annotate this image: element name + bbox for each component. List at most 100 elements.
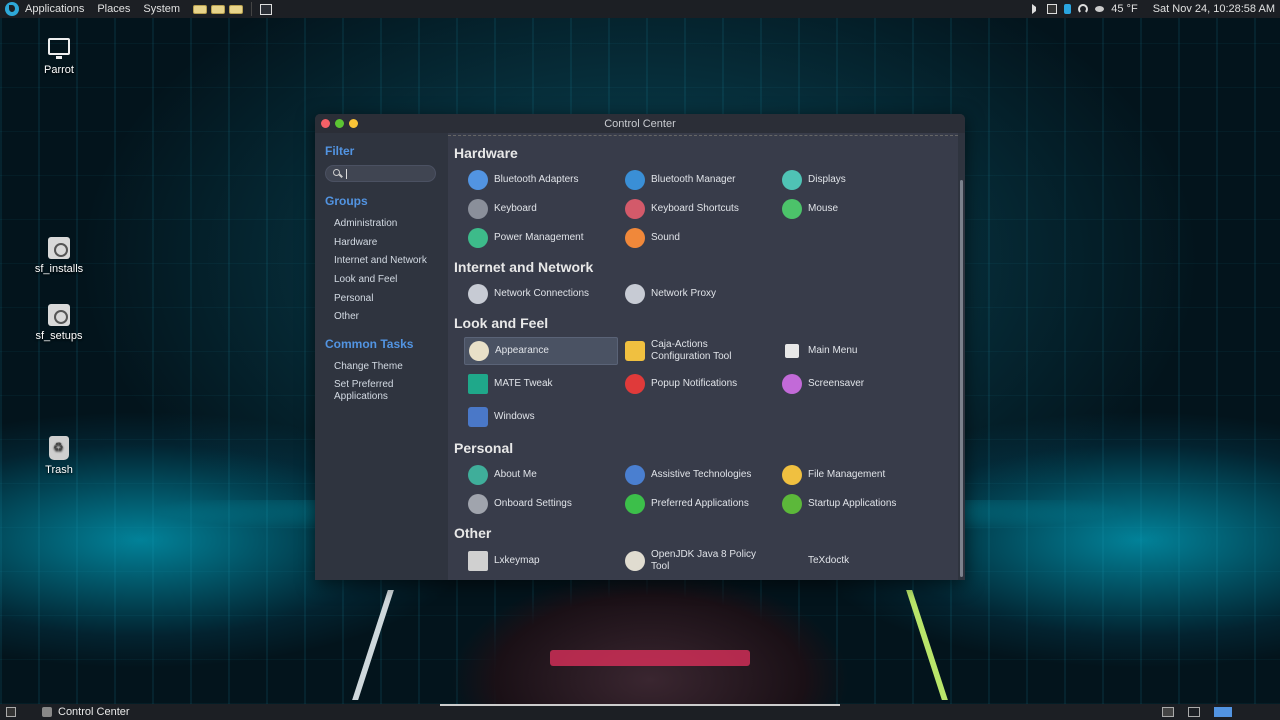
applet-caja-actions[interactable]: Caja-Actions Configuration Tool bbox=[621, 337, 775, 365]
places-menu[interactable]: Places bbox=[97, 3, 130, 15]
desktop-icon-label: Trash bbox=[45, 464, 73, 476]
temperature[interactable]: 45 °F bbox=[1111, 3, 1137, 15]
launcher-icon-2[interactable] bbox=[211, 4, 226, 14]
network-connections-icon bbox=[468, 284, 488, 304]
launcher-icon-1[interactable] bbox=[193, 4, 208, 14]
close-button[interactable] bbox=[321, 119, 330, 128]
desktop-icon-sf-installs[interactable]: sf_installs bbox=[19, 237, 99, 275]
launcher-icon-3[interactable] bbox=[229, 4, 244, 14]
applet-popup-notifications[interactable]: Popup Notifications bbox=[621, 370, 775, 398]
applet-sound[interactable]: Sound bbox=[621, 224, 775, 252]
display-tray-icon[interactable] bbox=[1047, 4, 1058, 14]
network-tray-icon[interactable] bbox=[1078, 4, 1089, 14]
weather-icon[interactable] bbox=[1095, 6, 1105, 12]
taskbar-button-control-center[interactable]: Control Center bbox=[36, 704, 166, 720]
applet-onboard-settings[interactable]: Onboard Settings bbox=[464, 490, 618, 518]
group-link-administration[interactable]: Administration bbox=[334, 218, 397, 230]
applet-network-proxy[interactable]: Network Proxy bbox=[621, 280, 775, 308]
desktop-icon-label: Parrot bbox=[44, 64, 74, 76]
desktop-icon-trash[interactable]: Trash bbox=[19, 436, 99, 476]
preferred-applications-icon bbox=[625, 494, 645, 514]
show-desktop-icon[interactable] bbox=[260, 3, 273, 15]
desktop-icon-label: sf_installs bbox=[34, 263, 84, 275]
wallpaper-figure bbox=[352, 580, 948, 704]
volume-icon[interactable] bbox=[1032, 4, 1040, 14]
applet-power-management[interactable]: Power Management bbox=[464, 224, 618, 252]
top-panel: Applications Places System 45 °F Sat Nov… bbox=[0, 0, 1280, 18]
applet-preferred-applications[interactable]: Preferred Applications bbox=[621, 490, 775, 518]
applet-file-management[interactable]: File Management bbox=[778, 461, 932, 489]
applet-about-me[interactable]: About Me bbox=[464, 461, 618, 489]
applet-lxkeymap[interactable]: Lxkeymap bbox=[464, 547, 618, 575]
workspace-switcher bbox=[1162, 707, 1280, 717]
vertical-scrollbar[interactable] bbox=[958, 133, 965, 580]
bluetooth-tray-icon[interactable] bbox=[1064, 4, 1072, 14]
category-heading-internet-network: Internet and Network bbox=[454, 259, 594, 275]
applications-menu[interactable]: Applications bbox=[25, 3, 84, 15]
trash-applet-icon[interactable] bbox=[1162, 707, 1174, 717]
search-input[interactable] bbox=[325, 165, 436, 182]
workspace-1[interactable] bbox=[1188, 707, 1200, 717]
applet-mouse[interactable]: Mouse bbox=[778, 195, 932, 223]
startup-applications-icon bbox=[782, 494, 802, 514]
keyboard-icon bbox=[468, 199, 488, 219]
system-tray: 45 °F Sat Nov 24, 10:28:58 AM bbox=[1032, 3, 1280, 15]
maximize-button[interactable] bbox=[335, 119, 344, 128]
windows-icon bbox=[468, 407, 488, 427]
mouse-icon bbox=[782, 199, 802, 219]
desktop-icon-sf-setups[interactable]: sf_setups bbox=[19, 304, 99, 342]
screensaver-icon bbox=[782, 374, 802, 394]
applet-network-connections[interactable]: Network Connections bbox=[464, 280, 618, 308]
keyboard-shortcuts-icon bbox=[625, 199, 645, 219]
applet-displays[interactable]: Displays bbox=[778, 166, 932, 194]
applet-mate-tweak[interactable]: MATE Tweak bbox=[464, 370, 618, 398]
applet-openjdk-policy-tool[interactable]: OpenJDK Java 8 Policy Tool bbox=[621, 547, 775, 575]
control-center-window: Control Center Filter Groups Administrat… bbox=[315, 114, 965, 580]
applet-screensaver[interactable]: Screensaver bbox=[778, 370, 932, 398]
desktop-icon-parrot[interactable]: Parrot bbox=[19, 38, 99, 76]
text-caret bbox=[346, 169, 347, 179]
applet-keyboard-shortcuts[interactable]: Keyboard Shortcuts bbox=[621, 195, 775, 223]
group-link-other[interactable]: Other bbox=[334, 311, 359, 323]
applet-main-menu[interactable]: Main Menu bbox=[778, 337, 932, 365]
control-center-task-icon bbox=[42, 707, 52, 717]
applet-appearance[interactable]: Appearance bbox=[464, 337, 618, 365]
clock[interactable]: Sat Nov 24, 10:28:58 AM bbox=[1153, 3, 1275, 15]
system-menu[interactable]: System bbox=[143, 3, 180, 15]
trash-icon bbox=[49, 436, 69, 460]
group-link-personal[interactable]: Personal bbox=[334, 293, 373, 305]
popup-notifications-icon bbox=[625, 374, 645, 394]
applet-texdoctk[interactable]: TeXdoctk bbox=[778, 547, 932, 575]
common-tasks-heading: Common Tasks bbox=[325, 337, 414, 351]
show-desktop-icon[interactable] bbox=[6, 707, 16, 717]
sound-icon bbox=[625, 228, 645, 248]
parrot-logo-icon[interactable] bbox=[5, 2, 19, 16]
bottom-panel: Control Center bbox=[0, 704, 1280, 720]
group-link-look-and-feel[interactable]: Look and Feel bbox=[334, 274, 397, 286]
applets-panel: Hardware Bluetooth Adapters Bluetooth Ma… bbox=[448, 133, 958, 580]
openjdk-label-line1: OpenJDK Java 8 Policy bbox=[651, 549, 757, 560]
applet-assistive-technologies[interactable]: Assistive Technologies bbox=[621, 461, 775, 489]
task-link-set-preferred-applications[interactable]: Set Preferred Applications bbox=[334, 379, 434, 403]
group-link-internet-network[interactable]: Internet and Network bbox=[334, 255, 427, 267]
sidebar: Filter Groups Administration Hardware In… bbox=[315, 133, 448, 580]
bluetooth-adapter-icon bbox=[468, 170, 488, 190]
task-link-change-theme[interactable]: Change Theme bbox=[334, 361, 403, 373]
applet-windows[interactable]: Windows bbox=[464, 403, 618, 431]
file-management-icon bbox=[782, 465, 802, 485]
minimize-button[interactable] bbox=[349, 119, 358, 128]
workspace-2[interactable] bbox=[1214, 707, 1232, 717]
applet-keyboard[interactable]: Keyboard bbox=[464, 195, 618, 223]
category-heading-other: Other bbox=[454, 525, 492, 541]
group-link-hardware[interactable]: Hardware bbox=[334, 237, 377, 249]
category-heading-look-and-feel: Look and Feel bbox=[454, 315, 549, 331]
applet-bluetooth-adapters[interactable]: Bluetooth Adapters bbox=[464, 166, 618, 194]
window-titlebar[interactable]: Control Center bbox=[315, 114, 965, 133]
power-management-icon bbox=[468, 228, 488, 248]
scrollbar-thumb[interactable] bbox=[960, 180, 963, 577]
monitor-icon bbox=[48, 38, 70, 59]
network-proxy-icon bbox=[625, 284, 645, 304]
applet-bluetooth-manager[interactable]: Bluetooth Manager bbox=[621, 166, 775, 194]
applet-startup-applications[interactable]: Startup Applications bbox=[778, 490, 932, 518]
lxkeymap-icon bbox=[468, 551, 488, 571]
